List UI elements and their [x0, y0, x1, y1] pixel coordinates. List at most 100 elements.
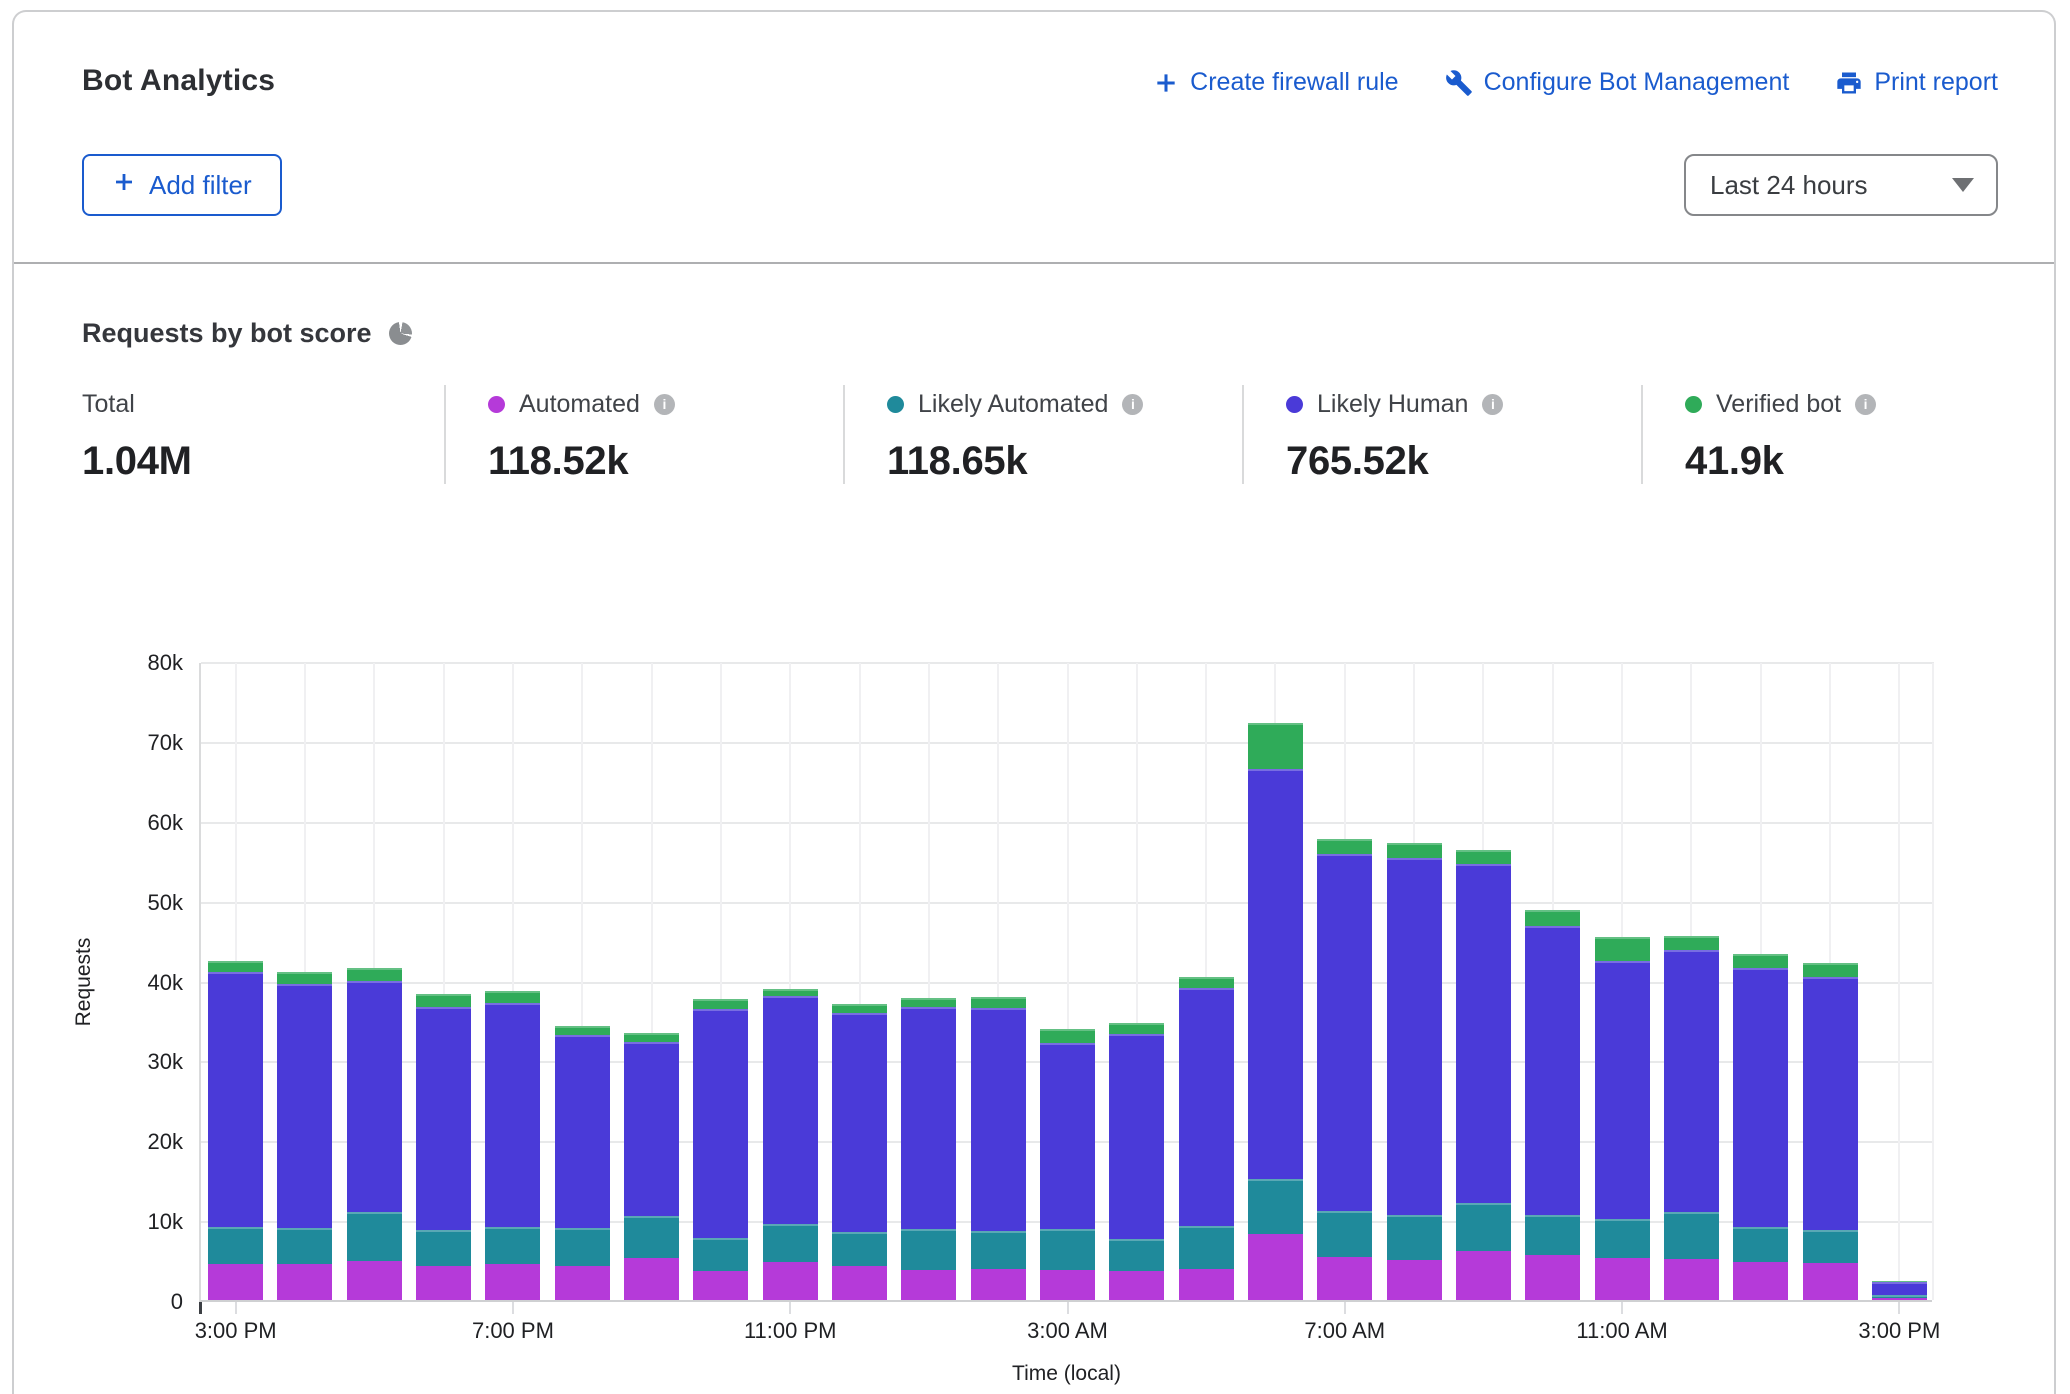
stat-value: 118.52k [488, 439, 843, 484]
info-icon[interactable]: i [1482, 394, 1503, 415]
bar-3:00 PM[interactable] [1872, 1281, 1927, 1300]
bar-5:00 PM[interactable] [347, 968, 402, 1300]
bar-3:00 PM[interactable] [208, 961, 263, 1300]
stat-label: Likely Automated [918, 390, 1108, 419]
segment-verified-bot [1733, 954, 1788, 968]
bar-2:00 AM[interactable] [971, 997, 1026, 1300]
segment-automated [1109, 1271, 1164, 1300]
x-axis-tick [1621, 1302, 1623, 1314]
segment-verified-bot [1525, 910, 1580, 926]
likely-automated-color-dot [887, 396, 904, 413]
segment-likely-automated [555, 1228, 610, 1266]
segment-likely-human [1595, 961, 1650, 1218]
bar-6:00 AM[interactable] [1248, 723, 1303, 1300]
segment-verified-bot [277, 972, 332, 984]
stat-label: Likely Human [1317, 390, 1468, 419]
x-axis-tick-label: 3:00 PM [1858, 1318, 1940, 1344]
segment-likely-automated [1179, 1226, 1234, 1269]
bar-12:00 PM[interactable] [1664, 936, 1719, 1300]
bar-10:00 AM[interactable] [1525, 910, 1580, 1300]
bar-4:00 PM[interactable] [277, 972, 332, 1300]
y-axis-tick-label: 60k [99, 808, 183, 838]
header: Bot Analytics Create firewall rule Confi… [14, 12, 2054, 98]
bar-7:00 AM[interactable] [1317, 839, 1372, 1300]
segment-automated [1872, 1298, 1927, 1300]
add-filter-button[interactable]: Add filter [82, 154, 282, 216]
segment-automated [1456, 1251, 1511, 1300]
stat-likely-automated: Likely Automated i 118.65k [843, 385, 1242, 484]
bar-7:00 PM[interactable] [485, 991, 540, 1300]
time-range-dropdown[interactable]: Last 24 hours [1684, 154, 1998, 216]
x-axis-title: Time (local) [1012, 1362, 1121, 1386]
segment-verified-bot [485, 991, 540, 1003]
segment-likely-human [1109, 1034, 1164, 1239]
segment-likely-human [208, 972, 263, 1227]
segment-likely-automated [1109, 1239, 1164, 1271]
stat-label: Automated [519, 390, 640, 419]
bar-1:00 AM[interactable] [901, 998, 956, 1300]
stat-total: Total 1.04M [82, 385, 444, 484]
info-icon[interactable]: i [1122, 394, 1143, 415]
stat-label: Verified bot [1716, 390, 1841, 419]
bar-8:00 PM[interactable] [555, 1026, 610, 1300]
segment-automated [1664, 1259, 1719, 1300]
bar-4:00 AM[interactable] [1109, 1023, 1164, 1300]
stat-value: 41.9k [1685, 439, 2040, 484]
header-actions: Create firewall rule Configure Bot Manag… [1153, 68, 1998, 97]
segment-likely-automated [763, 1224, 818, 1262]
bar-11:00 AM[interactable] [1595, 937, 1650, 1300]
segment-automated [277, 1264, 332, 1300]
print-report-link[interactable]: Print report [1835, 68, 1998, 97]
bar-12:00 AM[interactable] [832, 1004, 887, 1300]
stat-label: Total [82, 390, 135, 419]
segment-likely-automated [347, 1212, 402, 1261]
plus-icon [1153, 70, 1179, 96]
segment-automated [1040, 1270, 1095, 1300]
print-report-label: Print report [1874, 68, 1998, 97]
sampled-data-pie-icon[interactable] [389, 322, 412, 345]
segment-automated [347, 1261, 402, 1300]
segment-likely-human [971, 1008, 1026, 1231]
create-firewall-rule-link[interactable]: Create firewall rule [1153, 68, 1398, 97]
add-filter-label: Add filter [149, 170, 252, 201]
configure-bot-management-link[interactable]: Configure Bot Management [1445, 68, 1790, 97]
segment-likely-automated [1733, 1227, 1788, 1261]
axis-origin-tick [199, 1302, 202, 1314]
segment-likely-human [1387, 858, 1442, 1214]
info-icon[interactable]: i [1855, 394, 1876, 415]
gridline-vertical [1898, 663, 1900, 1300]
x-axis-tick-label: 11:00 PM [744, 1318, 837, 1344]
info-icon[interactable]: i [654, 394, 675, 415]
segment-verified-bot [901, 998, 956, 1007]
segment-automated [485, 1264, 540, 1300]
segment-likely-automated [485, 1227, 540, 1265]
bar-9:00 PM[interactable] [624, 1033, 679, 1300]
segment-likely-automated [277, 1228, 332, 1264]
segment-verified-bot [624, 1033, 679, 1042]
create-firewall-rule-label: Create firewall rule [1190, 68, 1398, 97]
bar-6:00 PM[interactable] [416, 994, 471, 1300]
bar-5:00 AM[interactable] [1179, 977, 1234, 1300]
segment-likely-human [485, 1003, 540, 1227]
segment-verified-bot [763, 989, 818, 996]
bar-2:00 PM[interactable] [1803, 963, 1858, 1300]
bar-9:00 AM[interactable] [1456, 850, 1511, 1300]
verified-bot-color-dot [1685, 396, 1702, 413]
segment-automated [208, 1264, 263, 1300]
bar-11:00 PM[interactable] [763, 989, 818, 1300]
stat-verified-bot: Verified bot i 41.9k [1641, 385, 2040, 484]
segment-automated [1317, 1257, 1372, 1300]
bar-10:00 PM[interactable] [693, 999, 748, 1300]
segment-likely-automated [1803, 1230, 1858, 1264]
bar-1:00 PM[interactable] [1733, 954, 1788, 1300]
segment-automated [901, 1270, 956, 1300]
page-title: Bot Analytics [82, 64, 275, 98]
stat-value: 118.65k [887, 439, 1242, 484]
segment-verified-bot [347, 968, 402, 981]
segment-verified-bot [1803, 963, 1858, 977]
bar-3:00 AM[interactable] [1040, 1029, 1095, 1300]
segment-likely-automated [208, 1227, 263, 1265]
automated-color-dot [488, 396, 505, 413]
segment-automated [1179, 1269, 1234, 1300]
bar-8:00 AM[interactable] [1387, 843, 1442, 1300]
